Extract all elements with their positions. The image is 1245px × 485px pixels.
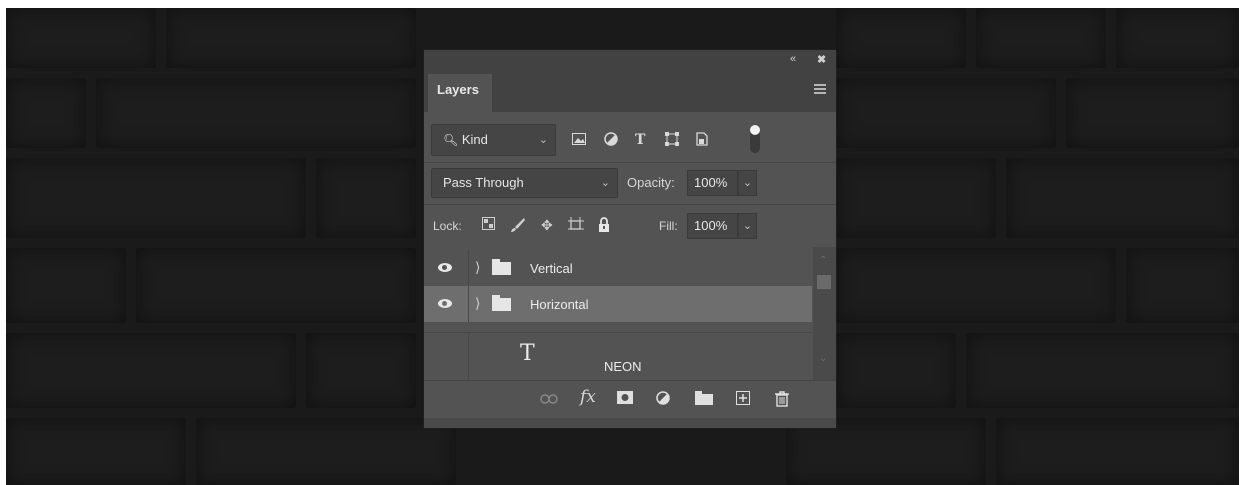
chevron-right-icon[interactable]: ⟩ bbox=[475, 295, 480, 312]
layers-footer: fx bbox=[424, 380, 836, 419]
lock-all-icon[interactable] bbox=[598, 217, 610, 235]
filter-toggle-icon[interactable] bbox=[750, 125, 760, 153]
add-mask-icon[interactable] bbox=[617, 391, 633, 409]
chevron-down-icon[interactable]: ⌄ bbox=[738, 170, 757, 196]
folder-icon bbox=[492, 295, 511, 311]
new-group-icon[interactable] bbox=[695, 391, 713, 410]
layer-name[interactable]: NEON bbox=[604, 359, 642, 374]
search-icon: 🔍︎ bbox=[443, 133, 459, 147]
layer-name[interactable]: Horizontal bbox=[530, 297, 589, 312]
adjustment-layer-filter-icon[interactable] bbox=[604, 132, 618, 149]
chevron-down-icon: ⌄ bbox=[600, 177, 610, 189]
opacity-value: 100% bbox=[694, 175, 728, 190]
layer-row[interactable]: T NEON bbox=[424, 332, 812, 381]
blend-mode-value: Pass Through bbox=[443, 175, 524, 190]
type-layer-filter-icon[interactable]: T bbox=[635, 132, 645, 148]
folder-icon bbox=[492, 259, 511, 275]
smart-object-filter-icon[interactable] bbox=[696, 132, 708, 149]
chevron-down-icon: ⌄ bbox=[538, 134, 548, 146]
double-chevron-left-icon[interactable]: « bbox=[790, 53, 796, 65]
type-layer-icon: T bbox=[520, 341, 535, 366]
layer-row-selected[interactable]: ⟩ Horizontal bbox=[424, 286, 812, 322]
lock-row: Lock: ✥ Fill: 100% ⌄ bbox=[424, 204, 836, 248]
layer-name[interactable]: Vertical bbox=[530, 261, 573, 276]
filter-row: 🔍︎ Kind ⌄ T bbox=[424, 112, 836, 163]
shape-layer-filter-icon[interactable] bbox=[665, 132, 679, 149]
new-layer-icon[interactable] bbox=[736, 391, 750, 410]
tab-layers[interactable]: Layers bbox=[428, 74, 492, 112]
scroll-down-icon[interactable]: ⌄ bbox=[819, 353, 827, 364]
lock-label: Lock: bbox=[433, 219, 462, 233]
fill-label: Fill: bbox=[659, 219, 678, 233]
new-fill-adjustment-icon[interactable] bbox=[656, 391, 670, 410]
filter-kind-select[interactable]: 🔍︎ Kind ⌄ bbox=[431, 124, 556, 156]
delete-icon[interactable] bbox=[775, 391, 789, 412]
fx-icon[interactable]: fx bbox=[580, 388, 596, 406]
visibility-toggle[interactable] bbox=[424, 250, 469, 286]
blend-mode-select[interactable]: Pass Through ⌄ bbox=[431, 168, 618, 198]
lock-position-icon[interactable]: ✥ bbox=[541, 217, 553, 233]
opacity-field[interactable]: 100% ⌄ bbox=[687, 170, 757, 196]
fill-field[interactable]: 100% ⌄ bbox=[687, 213, 757, 239]
link-layers-icon[interactable] bbox=[540, 391, 558, 409]
visibility-toggle[interactable] bbox=[424, 333, 469, 381]
panel-titlebar[interactable]: « ✖ bbox=[424, 50, 836, 70]
chevron-right-icon[interactable]: ⟩ bbox=[475, 259, 480, 276]
close-icon[interactable]: ✖ bbox=[817, 53, 826, 66]
chevron-down-icon[interactable]: ⌄ bbox=[738, 213, 757, 239]
panel-menu-icon[interactable] bbox=[814, 84, 826, 96]
layers-scrollbar[interactable]: ⌃ ⌄ bbox=[813, 247, 836, 380]
opacity-label: Opacity: bbox=[627, 175, 675, 190]
lock-image-pixels-icon[interactable] bbox=[510, 217, 526, 236]
layers-list: ⟩ Vertical ⟩ Horizontal T NEON bbox=[424, 247, 812, 381]
blend-row: Pass Through ⌄ Opacity: 100% ⌄ bbox=[424, 162, 836, 205]
scrollbar-thumb[interactable] bbox=[817, 275, 831, 289]
filter-kind-label: Kind bbox=[461, 132, 488, 147]
eye-icon bbox=[438, 299, 452, 308]
panel-tabs: Layers bbox=[424, 70, 836, 112]
fill-value: 100% bbox=[694, 218, 728, 233]
pixel-layer-filter-icon[interactable] bbox=[572, 132, 586, 148]
lock-transparent-pixels-icon[interactable] bbox=[482, 217, 495, 233]
layers-panel: « ✖ Layers 🔍︎ Kind ⌄ T Pass Through ⌄ Op… bbox=[424, 50, 836, 428]
lock-artboard-icon[interactable] bbox=[568, 217, 584, 236]
visibility-toggle[interactable] bbox=[424, 286, 469, 322]
scroll-up-icon[interactable]: ⌃ bbox=[819, 255, 827, 266]
panel-resize-strip[interactable] bbox=[424, 418, 836, 428]
layer-row[interactable]: ⟩ Vertical bbox=[424, 250, 812, 286]
eye-icon bbox=[438, 263, 452, 272]
